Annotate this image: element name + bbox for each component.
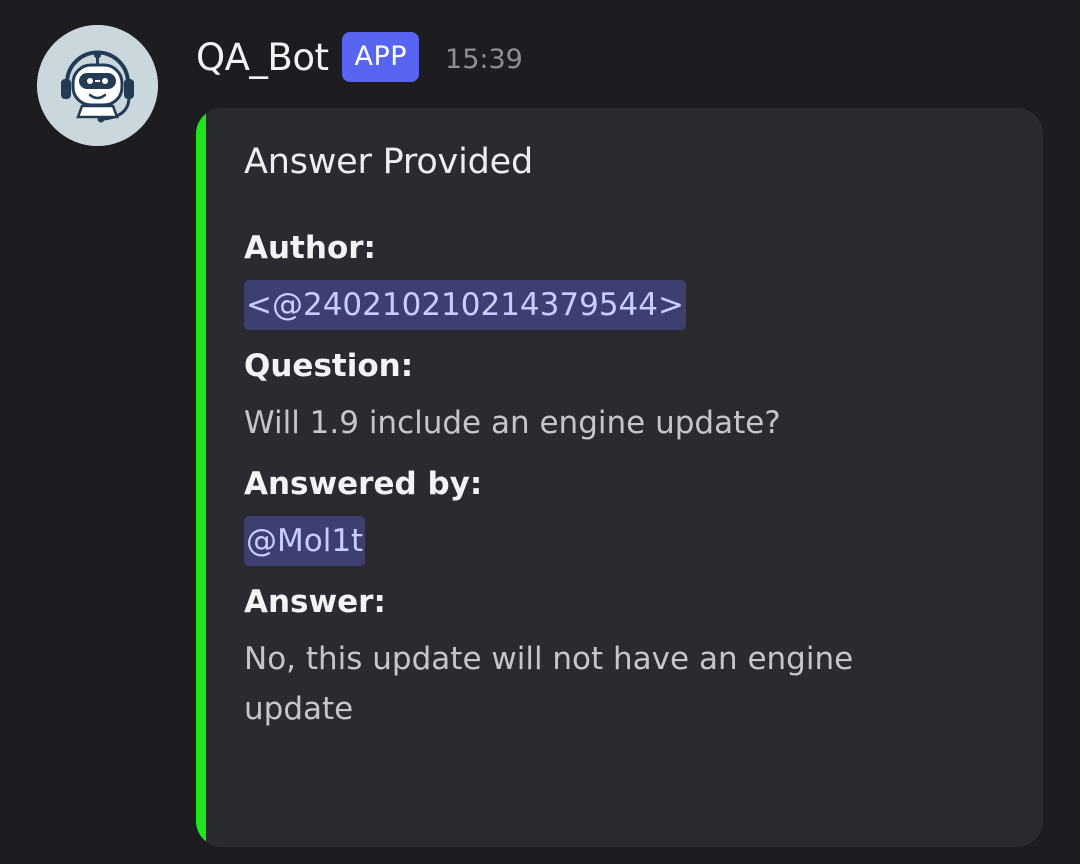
answered-by-mention[interactable]: @Mol1t	[244, 516, 366, 566]
timestamp[interactable]: 15:39	[445, 44, 523, 75]
field-answered-by: Answered by: @Mol1t	[244, 462, 1003, 566]
robot-headset-icon	[37, 25, 158, 146]
embed-accent-bar	[196, 108, 206, 847]
message-header: QA_Bot APP 15:39	[196, 30, 523, 84]
field-answer: Answer: No, this update will not have an…	[244, 580, 1003, 734]
embed-card: Answer Provided Author: <@24021021021437…	[196, 108, 1043, 847]
field-name-author: Author:	[244, 230, 376, 266]
field-name-answer: Answer:	[244, 584, 386, 620]
author-mention[interactable]: <@240210210214379544>	[244, 280, 686, 330]
field-author: Author: <@240210210214379544>	[244, 226, 1003, 330]
field-name-answered-by: Answered by:	[244, 466, 483, 502]
field-value-answered-by: @Mol1t	[244, 516, 1003, 566]
username[interactable]: QA_Bot	[196, 36, 329, 79]
field-value-answer: No, this update will not have an engine …	[244, 641, 854, 727]
field-value-author: <@240210210214379544>	[244, 280, 1003, 330]
avatar[interactable]	[37, 25, 158, 146]
field-name-question: Question:	[244, 348, 414, 384]
chat-message: QA_Bot APP 15:39 Answer Provided Author:…	[0, 0, 1080, 864]
field-question: Question: Will 1.9 include an engine upd…	[244, 344, 1003, 448]
embed-title: Answer Provided	[244, 142, 533, 182]
app-badge: APP	[342, 32, 420, 82]
embed-content: Answer Provided Author: <@24021021021437…	[244, 138, 1003, 748]
field-value-question: Will 1.9 include an engine update?	[244, 405, 781, 441]
